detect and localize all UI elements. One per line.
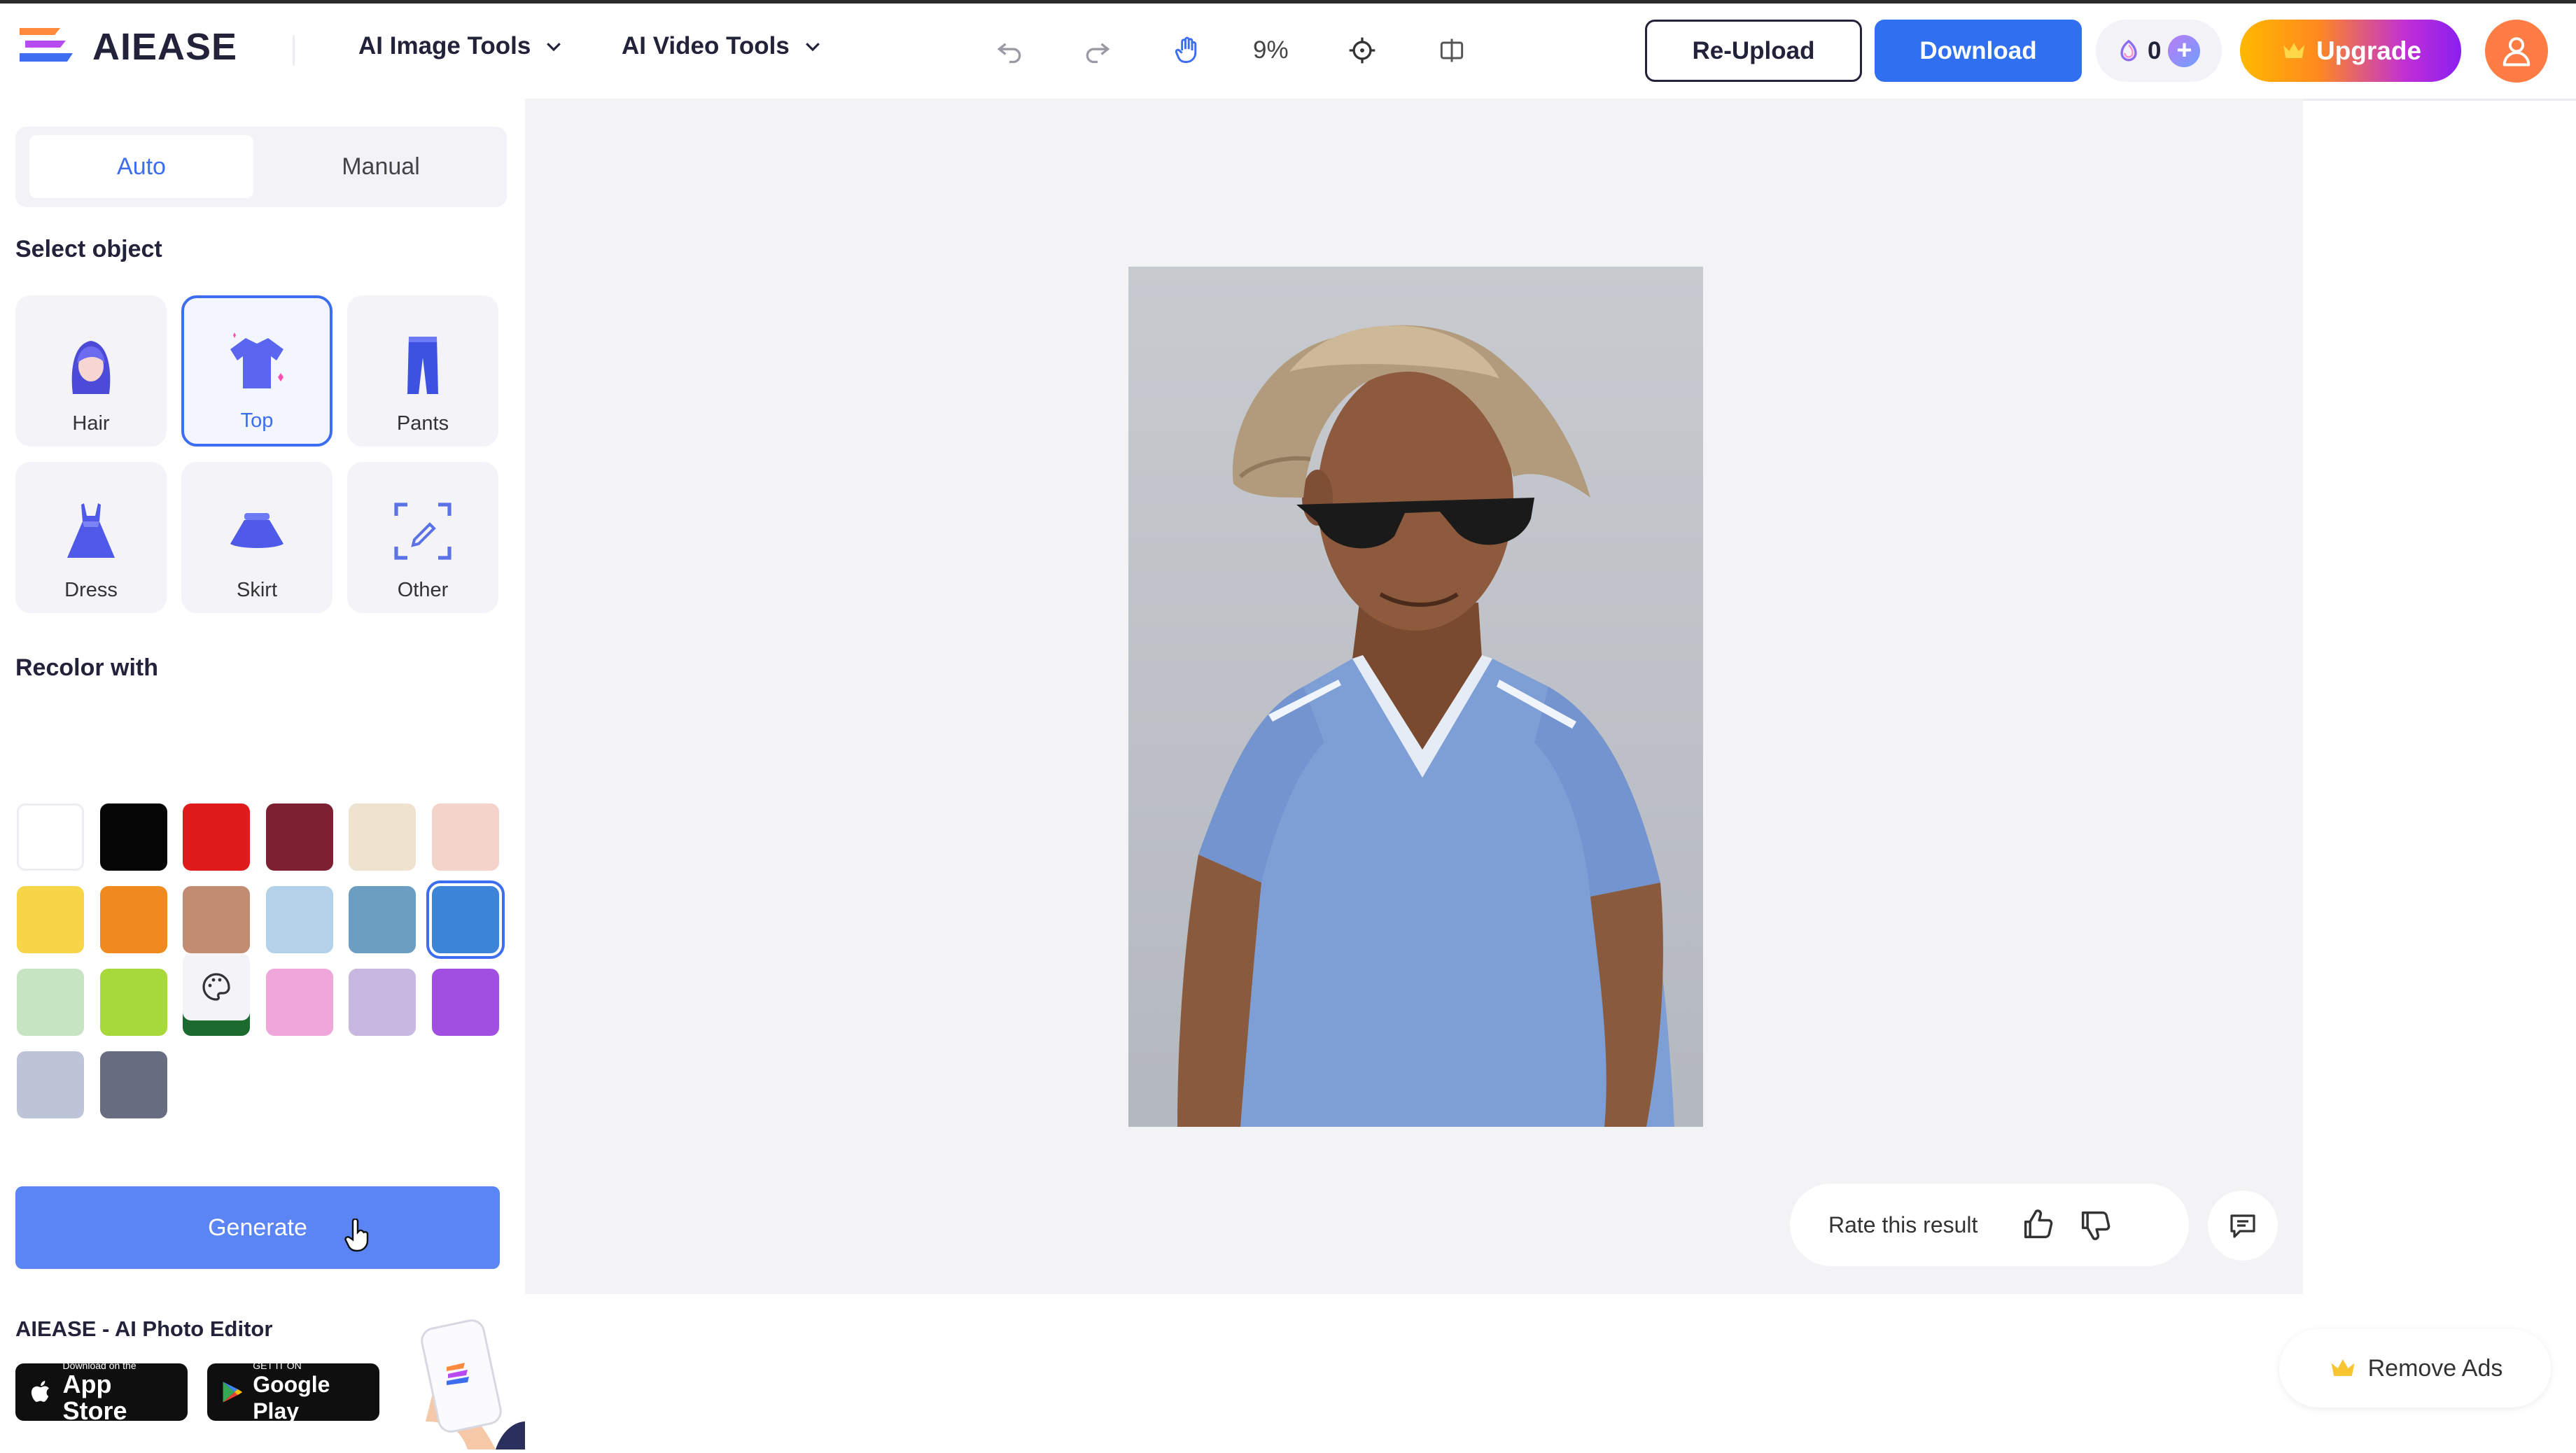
feedback-button[interactable]	[2208, 1191, 2278, 1261]
palette-icon	[202, 973, 230, 1001]
hair-icon	[71, 341, 111, 394]
color-swatch[interactable]	[99, 886, 167, 953]
logo-icon[interactable]	[17, 24, 80, 67]
upgrade-button[interactable]: Upgrade	[2240, 20, 2461, 82]
download-button[interactable]: Download	[1875, 20, 2082, 82]
crown-icon	[2283, 42, 2304, 58]
object-label: Top	[240, 409, 274, 432]
credits-count: 0	[2148, 36, 2162, 64]
color-swatch[interactable]	[99, 803, 167, 871]
remove-ads-label: Remove Ads	[2367, 1354, 2503, 1382]
object-label: Other	[397, 579, 449, 601]
chevron-down-icon	[547, 43, 561, 52]
promo-title: AIEASE - AI Photo Editor	[15, 1317, 273, 1341]
color-swatch[interactable]	[349, 886, 416, 953]
app-store-badge[interactable]: Download on the App Store	[15, 1360, 188, 1425]
object-skirt[interactable]: Skirt	[181, 462, 332, 613]
reupload-button[interactable]: Re-Upload	[1645, 20, 1862, 82]
logo-text[interactable]: AIEASE	[92, 25, 237, 69]
user-icon	[2502, 37, 2530, 66]
nav-ai-video-tools[interactable]: AI Video Tools	[622, 32, 823, 60]
compare-icon[interactable]	[1432, 31, 1471, 70]
google-play-small: GET IT ON	[253, 1360, 302, 1371]
zoom-level[interactable]: 9%	[1253, 36, 1289, 64]
thumbs-up-icon[interactable]	[2019, 1207, 2056, 1243]
gem-icon	[2120, 39, 2137, 61]
select-area-icon	[394, 503, 451, 560]
left-sidebar: Auto Manual Select object Hair Top Pants	[0, 99, 525, 1450]
crosshair-icon[interactable]	[1343, 31, 1382, 70]
crown-icon	[2331, 1359, 2355, 1376]
rate-label: Rate this result	[1828, 1212, 1978, 1237]
nav-label: AI Video Tools	[622, 32, 790, 59]
object-pants[interactable]: Pants	[347, 295, 498, 447]
mouse-pointer-icon	[343, 1218, 372, 1257]
color-swatch[interactable]	[17, 969, 84, 1036]
tab-auto[interactable]: Auto	[29, 135, 253, 198]
mode-tabs: Auto Manual	[15, 127, 507, 207]
upgrade-label: Upgrade	[2316, 36, 2422, 65]
top-header: AIEASE AI Image Tools AI Video Tools 9% …	[0, 0, 2576, 101]
color-swatch[interactable]	[17, 886, 84, 953]
nav-ai-image-tools[interactable]: AI Image Tools	[358, 32, 564, 60]
redo-icon[interactable]	[1078, 31, 1117, 70]
dress-icon	[67, 503, 115, 558]
google-play-icon	[223, 1382, 243, 1403]
preview-image[interactable]	[1128, 267, 1703, 1127]
top-border	[0, 0, 2576, 3]
apple-icon	[31, 1380, 50, 1402]
color-swatch[interactable]	[183, 886, 250, 953]
object-dress[interactable]: Dress	[15, 462, 167, 613]
color-swatch[interactable]	[426, 880, 505, 959]
rate-result-bar: Rate this result	[1790, 1184, 2189, 1266]
object-label: Skirt	[237, 579, 277, 601]
color-swatch[interactable]	[265, 803, 333, 871]
nav-label: AI Image Tools	[358, 32, 531, 59]
object-label: Hair	[72, 412, 110, 435]
object-label: Pants	[396, 412, 449, 435]
object-label: Dress	[64, 579, 118, 601]
thumbs-down-icon[interactable]	[2077, 1207, 2113, 1243]
generate-label: Generate	[208, 1214, 307, 1241]
recolor-title: Recolor with	[15, 654, 159, 681]
generate-button[interactable]: Generate	[15, 1186, 500, 1269]
app-store-big: App Store	[62, 1370, 127, 1425]
image-canvas[interactable]: Rate this result	[525, 99, 2303, 1294]
google-play-big: Google Play	[253, 1372, 330, 1424]
remove-ads-button[interactable]: Remove Ads	[2279, 1329, 2551, 1408]
color-swatch[interactable]	[17, 1051, 84, 1118]
color-swatch[interactable]	[99, 1051, 167, 1118]
credits-badge[interactable]: 0 +	[2096, 20, 2222, 82]
hand-icon[interactable]	[1168, 31, 1207, 70]
select-object-title: Select object	[15, 236, 162, 262]
custom-color-button[interactable]	[183, 953, 250, 1020]
user-avatar[interactable]	[2485, 20, 2548, 83]
tab-manual[interactable]: Manual	[269, 135, 493, 198]
color-swatch[interactable]	[99, 969, 167, 1036]
color-swatch[interactable]	[431, 969, 499, 1036]
add-credits-icon[interactable]: +	[2168, 34, 2201, 67]
shirt-icon	[230, 332, 284, 388]
header-divider	[293, 35, 295, 66]
chevron-down-icon	[805, 43, 820, 52]
color-swatch[interactable]	[17, 803, 84, 871]
object-top[interactable]: Top	[181, 295, 332, 447]
color-swatch[interactable]	[431, 803, 499, 871]
color-swatch[interactable]	[349, 803, 416, 871]
pants-icon	[407, 337, 438, 394]
google-play-badge[interactable]: GET IT ON Google Play	[207, 1360, 379, 1424]
color-swatch[interactable]	[183, 803, 250, 871]
phone-promo-illustration	[405, 1317, 525, 1450]
undo-icon[interactable]	[990, 31, 1029, 70]
object-hair[interactable]: Hair	[15, 295, 167, 447]
color-swatch[interactable]	[265, 886, 333, 953]
object-other[interactable]: Other	[347, 462, 498, 613]
color-swatch[interactable]	[349, 969, 416, 1036]
color-swatch[interactable]	[265, 969, 333, 1036]
chat-icon	[2230, 1214, 2255, 1238]
skirt-icon	[230, 513, 284, 548]
